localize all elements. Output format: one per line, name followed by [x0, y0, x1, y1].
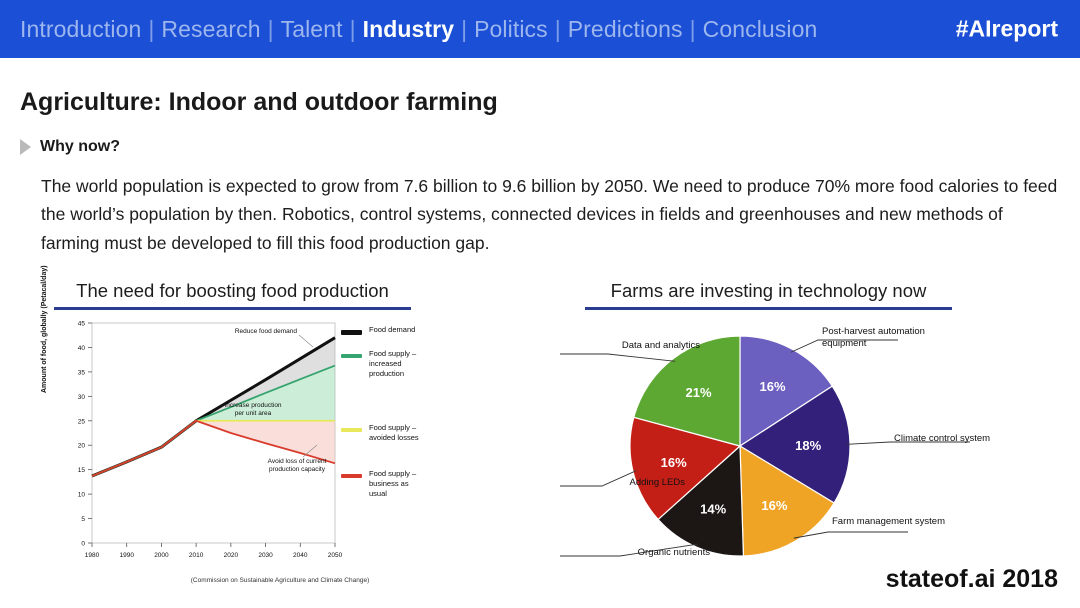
- legend-swatch: [341, 330, 362, 335]
- svg-text:20: 20: [78, 443, 86, 450]
- nav-item-talent[interactable]: Talent: [281, 16, 343, 43]
- legend-label: Food supply – avoided losses: [369, 423, 419, 443]
- nav-item-introduction[interactable]: Introduction: [20, 16, 141, 43]
- pie-slice-value: 16%: [661, 455, 687, 470]
- callout-leader-line: [793, 531, 908, 539]
- nav-item-research[interactable]: Research: [161, 16, 260, 43]
- legend-swatch: [341, 354, 362, 358]
- nav-separator: |: [689, 15, 696, 42]
- nav-item-conclusion[interactable]: Conclusion: [703, 16, 818, 43]
- triangle-bullet-icon: [20, 139, 31, 155]
- chart-source-note: (Commission on Sustainable Agriculture a…: [190, 577, 370, 584]
- callout-leader-line: [528, 353, 676, 362]
- svg-text:35: 35: [78, 369, 86, 376]
- nav-separator: |: [148, 15, 155, 42]
- farm-technology-pie-chart: 16% 18% 16% 14% 16% 21% Post-harvest automati…: [522, 318, 1060, 588]
- page-title: Agriculture: Indoor and outdoor farming: [20, 88, 498, 116]
- pie-callout-label: Climate control system: [894, 433, 991, 444]
- svg-text:30: 30: [78, 394, 86, 401]
- pie-slice-value: 16%: [760, 379, 786, 394]
- nav-separator: |: [554, 15, 561, 42]
- svg-text:2000: 2000: [154, 552, 169, 559]
- svg-text:2020: 2020: [224, 552, 239, 559]
- left-chart-caption: The need for boosting food production: [54, 280, 411, 310]
- pie-slice-value: 18%: [795, 438, 821, 453]
- svg-text:production capacity: production capacity: [269, 466, 326, 473]
- why-now-heading: Why now?: [20, 138, 120, 156]
- pie-callout-label: Farm management system: [832, 516, 945, 527]
- footer-brand: stateof.ai 2018: [885, 565, 1058, 593]
- svg-text:2040: 2040: [293, 552, 308, 559]
- legend-label: Food supply – business as usual: [369, 469, 417, 499]
- svg-text:45: 45: [78, 321, 86, 328]
- svg-text:per unit area: per unit area: [235, 410, 272, 417]
- pie-callout-label: Data and analytics: [621, 340, 700, 351]
- svg-text:10: 10: [78, 492, 86, 499]
- nav-separator: |: [349, 15, 356, 42]
- svg-text:Avoid loss of current: Avoid loss of current: [268, 458, 327, 465]
- nav-item-politics[interactable]: Politics: [474, 16, 548, 43]
- legend-label: Food demand: [369, 325, 416, 334]
- svg-text:2010: 2010: [189, 552, 204, 559]
- pie-callout-label: Adding LEDs: [629, 477, 685, 488]
- top-navigation-bar: Introduction | Research | Talent | Industry | Po…: [0, 0, 1080, 58]
- legend-swatch: [341, 428, 362, 432]
- legend-item: Food demand: [341, 325, 415, 335]
- legend-item: Food supply – business as usual: [341, 469, 416, 499]
- nav-separator: |: [461, 15, 468, 42]
- legend-item: Food supply – avoided losses: [341, 423, 419, 443]
- pie-slice-value: 16%: [761, 498, 787, 513]
- pie-slice-value: 14%: [700, 502, 726, 517]
- food-production-chart: Amount of food, globally (Petacal/day) 0…: [41, 265, 465, 593]
- nav-separator: |: [267, 15, 274, 42]
- report-hashtag: #AIreport: [955, 15, 1058, 42]
- pie-callout-label: Post-harvest automation equipment: [822, 326, 925, 349]
- why-now-label: Why now?: [40, 138, 120, 155]
- nav-item-industry[interactable]: Industry: [363, 16, 455, 43]
- svg-text:25: 25: [78, 418, 86, 425]
- svg-text:Increase production: Increase production: [224, 402, 281, 409]
- pie-slice-value: 21%: [686, 385, 712, 400]
- pie-callout-label: Organic nutrients: [637, 547, 710, 558]
- svg-text:5: 5: [81, 516, 85, 523]
- svg-text:2050: 2050: [328, 552, 343, 559]
- nav-item-predictions[interactable]: Predictions: [568, 16, 683, 43]
- svg-text:40: 40: [78, 345, 86, 352]
- y-axis-label: Amount of food, globally (Petacal/day): [41, 265, 48, 393]
- svg-text:2030: 2030: [258, 552, 273, 559]
- section-nav[interactable]: Introduction | Research | Talent | Industry | Po…: [20, 16, 817, 43]
- right-chart-caption: Farms are investing in technology now: [585, 280, 952, 310]
- legend-swatch: [341, 474, 362, 478]
- legend-label: Food supply – increased production: [369, 349, 417, 379]
- svg-text:1990: 1990: [119, 552, 134, 559]
- svg-text:1980: 1980: [85, 552, 100, 559]
- svg-text:15: 15: [78, 467, 86, 474]
- body-paragraph: The world population is expected to grow…: [41, 176, 1058, 253]
- svg-text:Reduce food demand: Reduce food demand: [235, 328, 298, 335]
- svg-text:0: 0: [81, 541, 85, 548]
- legend-item: Food supply – increased production: [341, 349, 416, 379]
- slide: Introduction | Research | Talent | Industry | Po…: [0, 0, 1080, 608]
